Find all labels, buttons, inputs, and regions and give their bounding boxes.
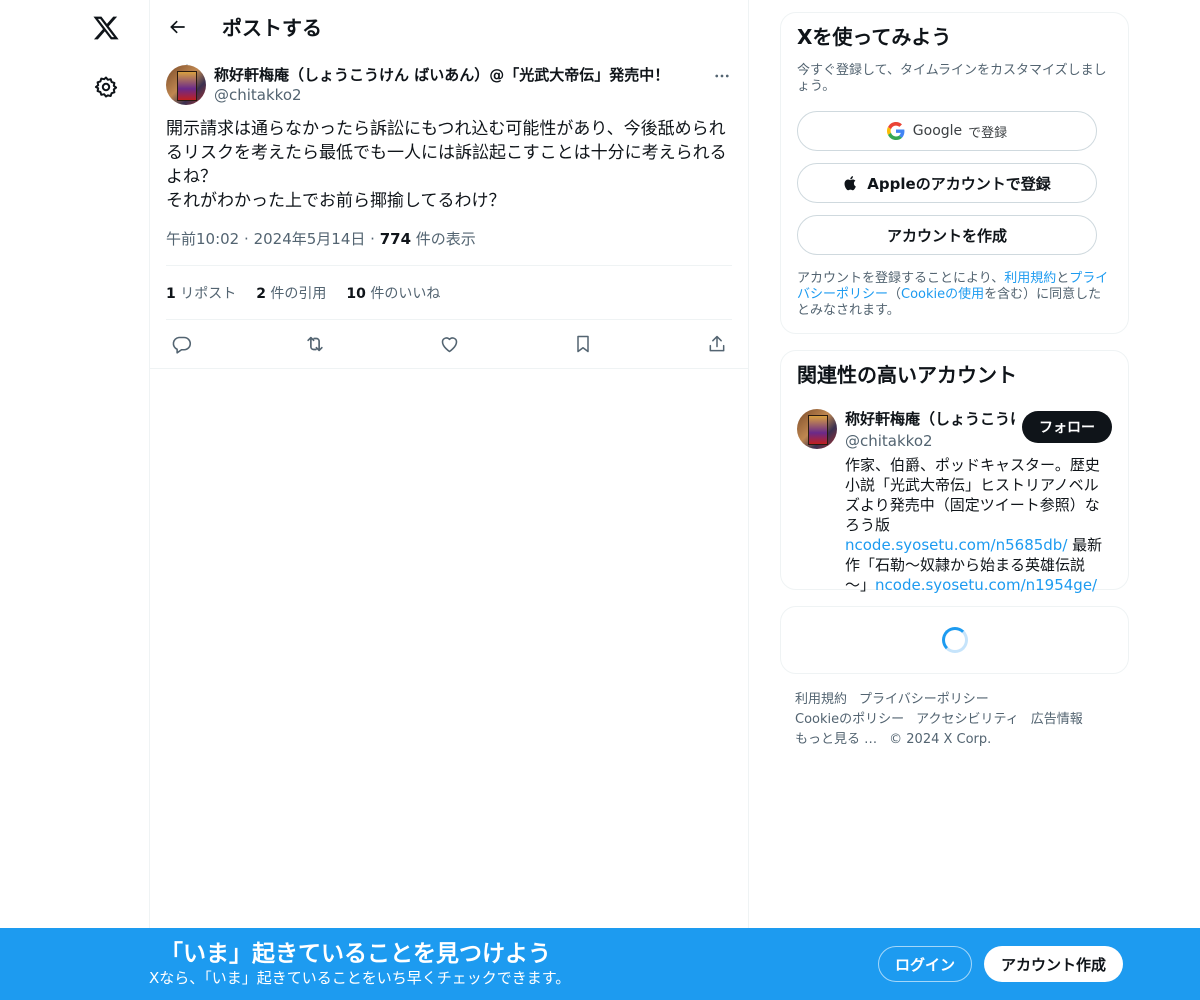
reply-icon[interactable] xyxy=(170,333,192,355)
post: 称好軒梅庵（しょうこうけん ばいあん）@「光武大帝伝」発売中！ @chitakk… xyxy=(150,64,748,368)
footer-link[interactable]: アクセシビリティ xyxy=(916,712,1019,727)
footer-link[interactable]: 広告情報 xyxy=(1031,712,1083,727)
bio-link[interactable]: ncode.syosetu.com/n1954ge/ xyxy=(875,576,1097,594)
more-icon[interactable] xyxy=(712,66,732,86)
loading-card xyxy=(780,606,1129,674)
create-account-label: アカウントを作成 xyxy=(886,226,1007,245)
terms-text: アカウントを登録することにより、利用規約とプライバシーポリシー（Cookieの使… xyxy=(797,271,1112,319)
page-title: ポストする xyxy=(222,16,322,40)
footer-link[interactable]: Cookieのポリシー xyxy=(795,712,904,727)
post-actions xyxy=(166,320,732,368)
apple-signup-button[interactable]: Appleのアカウントで登録 xyxy=(797,163,1097,203)
author-handle[interactable]: @chitakko2 xyxy=(214,85,712,105)
copyright: © 2024 X Corp. xyxy=(889,732,992,747)
create-account-button[interactable]: アカウントを作成 xyxy=(797,215,1097,255)
back-arrow-icon[interactable] xyxy=(166,15,190,39)
bottom-bar-title: 「いま」起きていることを見つけよう xyxy=(160,941,551,967)
repost-icon[interactable] xyxy=(304,333,326,355)
author-name[interactable]: 称好軒梅庵（しょうこうけん ばいあん）@「光武大帝伝」発売中！ xyxy=(214,65,712,85)
reposts-count: 1 xyxy=(166,285,176,302)
likes-label: 件のいいね xyxy=(365,285,441,302)
related-accounts-card: 関連性の高いアカウント 称好軒梅庵（しょうこうけん ばいあん）@「光武大帝伝」発… xyxy=(780,350,1129,594)
signup-button[interactable]: アカウント作成 xyxy=(984,946,1123,982)
avatar[interactable] xyxy=(166,65,206,105)
google-suffix: で登録 xyxy=(968,125,1008,141)
bottom-signup-bar: 「いま」起きていることを見つけよう Xなら、「いま」起きていることをいち早くチェ… xyxy=(0,928,1200,1000)
related-account-body: 称好軒梅庵（しょうこうけん ばいあん）@「光武大帝伝」発売中！ @chitakk… xyxy=(845,409,1112,595)
footer-link[interactable]: もっと見る … xyxy=(795,732,877,747)
google-icon xyxy=(886,122,905,140)
bottom-bar-subtitle: Xなら、「いま」起きていることをいち早くチェックできます。 xyxy=(149,969,571,987)
likes-count: 10 xyxy=(346,285,366,302)
terms-mid2: （ xyxy=(888,287,902,302)
post-stats: 1 リポスト 2 件の引用 10 件のいいね xyxy=(166,266,732,319)
cookie-link[interactable]: Cookieの使用 xyxy=(901,287,984,302)
footer-links: 利用規約 プライバシーポリシー Cookieのポリシー アクセシビリティ 広告情報 も… xyxy=(795,690,1115,750)
footer-link[interactable]: 利用規約 xyxy=(795,692,847,707)
post-time[interactable]: 午前10:02 xyxy=(166,230,239,248)
bio-link[interactable]: ncode.syosetu.com/n5685db/ xyxy=(845,536,1067,554)
views-label: 件の表示 xyxy=(411,230,476,248)
related-account-names: 称好軒梅庵（しょうこうけん ばいあん）@「光武大帝伝」発売中！ @chitakk… xyxy=(845,409,1015,451)
terms-link[interactable]: 利用規約 xyxy=(1004,271,1056,286)
related-account-top: 称好軒梅庵（しょうこうけん ばいあん）@「光武大帝伝」発売中！ @chitakk… xyxy=(845,409,1112,451)
related-account-name[interactable]: 称好軒梅庵（しょうこうけん ばいあん）@「光武大帝伝」発売中！ xyxy=(845,409,1015,429)
reposts-stat[interactable]: 1 リポスト xyxy=(166,283,236,303)
follow-button[interactable]: フォロー xyxy=(1022,411,1112,443)
quotes-label: 件の引用 xyxy=(265,285,327,302)
signup-card: Xを使ってみよう 今すぐ登録して、タイムラインをカスタマイズしましょう。 Goo… xyxy=(780,12,1129,334)
apple-label: Appleのアカウントで登録 xyxy=(867,174,1051,193)
share-icon[interactable] xyxy=(706,333,728,355)
like-icon[interactable] xyxy=(438,333,460,355)
post-date[interactable]: 2024年5月14日 xyxy=(254,230,366,248)
related-account[interactable]: 称好軒梅庵（しょうこうけん ばいあん）@「光武大帝伝」発売中！ @chitakk… xyxy=(797,409,1112,595)
author-names: 称好軒梅庵（しょうこうけん ばいあん）@「光武大帝伝」発売中！ @chitakk… xyxy=(214,65,712,105)
spinner-icon xyxy=(941,627,968,653)
bookmark-icon[interactable] xyxy=(572,333,594,355)
meta-separator: · xyxy=(244,230,254,248)
google-signup-button[interactable]: Google で登録 xyxy=(797,111,1097,151)
x-logo-icon[interactable] xyxy=(88,10,124,46)
author-row: 称好軒梅庵（しょうこうけん ばいあん）@「光武大帝伝」発売中！ @chitakk… xyxy=(166,65,732,105)
post-meta: 午前10:02 · 2024年5月14日 · 774 件の表示 xyxy=(166,229,732,249)
related-account-handle[interactable]: @chitakko2 xyxy=(845,431,1015,451)
terms-pre: アカウントを登録することにより、 xyxy=(797,271,1005,286)
quotes-count: 2 xyxy=(256,285,266,302)
google-label: Google xyxy=(912,123,963,139)
likes-stat[interactable]: 10 件のいいね xyxy=(346,283,440,303)
post-text: 開示請求は通らなかったら訴訟にもつれ込む可能性があり、今後舐められるリスクを考え… xyxy=(166,119,727,211)
related-title: 関連性の高いアカウント xyxy=(797,363,1017,387)
gear-icon[interactable] xyxy=(88,69,124,105)
avatar[interactable] xyxy=(797,409,837,449)
views-count: 774 xyxy=(379,230,412,248)
bio-text: 作家、伯爵、ポッドキャスター。歴史小説「光武大帝伝」ヒストリアノベルズより発売中… xyxy=(845,456,1100,534)
signup-title: Xを使ってみよう xyxy=(797,25,952,49)
page-header: ポストする xyxy=(150,0,748,53)
login-button[interactable]: ログイン xyxy=(878,946,972,982)
quotes-stat[interactable]: 2 件の引用 xyxy=(256,283,326,303)
related-account-bio: 作家、伯爵、ポッドキャスター。歴史小説「光武大帝伝」ヒストリアノベルズより発売中… xyxy=(845,455,1103,595)
main-column: ポストする 称好軒梅庵（しょうこうけん ばいあん）@「光武大帝伝」発売中！ @c… xyxy=(149,0,749,1000)
meta-separator: · xyxy=(370,230,380,248)
footer-link[interactable]: プライバシーポリシー xyxy=(859,692,989,707)
apple-icon xyxy=(843,174,859,192)
signup-subtitle: 今すぐ登録して、タイムラインをカスタマイズしましょう。 xyxy=(797,63,1107,94)
left-nav xyxy=(0,0,150,1000)
divider xyxy=(150,368,748,369)
terms-mid: と xyxy=(1056,271,1070,286)
reposts-label: リポスト xyxy=(175,285,237,302)
